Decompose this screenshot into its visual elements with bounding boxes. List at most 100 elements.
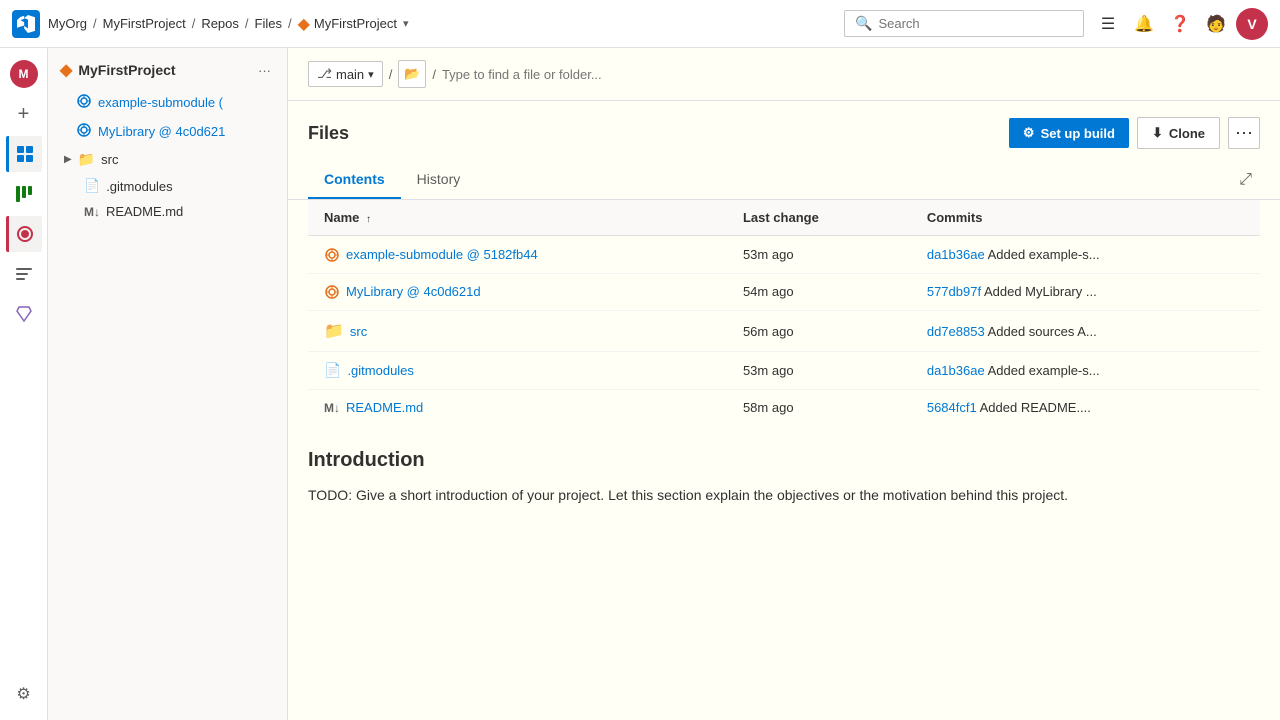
file-name-0: example-submodule @ 5182fb44 — [346, 247, 538, 262]
notifications-icon-btn[interactable]: 🔔 — [1128, 8, 1160, 40]
setup-build-label: Set up build — [1041, 126, 1115, 141]
topnav: MyOrg / MyFirstProject / Repos / Files /… — [0, 0, 1280, 48]
clone-button[interactable]: ⬇ Clone — [1137, 117, 1220, 149]
breadcrumb: MyOrg / MyFirstProject / Repos / Files /… — [48, 14, 409, 34]
tab-history[interactable]: History — [401, 161, 477, 199]
breadcrumb-chevron-icon: ▾ — [403, 17, 409, 30]
rail-project-avatar[interactable]: M — [10, 60, 38, 88]
file-name-cell: 📁 src — [308, 311, 727, 352]
file-type-icon-4: M↓ — [324, 400, 340, 415]
breadcrumb-files[interactable]: Files — [255, 16, 282, 31]
commit-link-1[interactable]: 577db97f — [927, 284, 981, 299]
file-name-2: src — [350, 324, 367, 339]
rail-boards-icon[interactable] — [6, 136, 42, 172]
sidebar-item-readme[interactable]: M↓ README.md — [48, 199, 287, 224]
commits-cell-1: 577db97f Added MyLibrary ... — [911, 273, 1260, 311]
commit-link-2[interactable]: dd7e8853 — [927, 324, 985, 339]
sidebar-item-label-2: MyLibrary @ 4c0d621 — [98, 124, 225, 139]
sidebar-more-btn[interactable]: ··· — [254, 61, 275, 80]
readme-text: TODO: Give a short introduction of your … — [308, 484, 1260, 506]
last-change-cell-4: 58m ago — [727, 390, 911, 426]
last-change-cell-2: 56m ago — [727, 311, 911, 352]
file-icon-readme: M↓ — [84, 205, 100, 219]
sidebar-item-gitmodules[interactable]: 📄 .gitmodules — [48, 173, 287, 199]
sort-icon: ↑ — [366, 214, 371, 225]
commit-link-0[interactable]: da1b36ae — [927, 247, 985, 262]
col-last-change: Last change — [727, 200, 911, 236]
file-link-1[interactable]: MyLibrary @ 4c0d621d — [324, 284, 711, 301]
branch-selector[interactable]: ⎇ main ▾ — [308, 61, 383, 87]
sidebar-folder-label: src — [101, 152, 118, 167]
sidebar-item-label-1: example-submodule ( — [98, 95, 223, 110]
commit-link-4[interactable]: 5684fcf1 — [927, 400, 977, 415]
breadcrumb-project[interactable]: MyFirstProject — [103, 16, 186, 31]
commit-link-3[interactable]: da1b36ae — [927, 363, 985, 378]
settings-icon-btn[interactable]: 🧑 — [1200, 8, 1232, 40]
file-icon-gitmodules: 📄 — [84, 178, 100, 194]
path-input[interactable] — [442, 67, 1260, 82]
icon-rail: M + ⚙ — [0, 48, 48, 720]
help-icon: ❓ — [1170, 14, 1190, 34]
rail-kanban-icon[interactable] — [6, 176, 42, 212]
topnav-icons: ☰ 🔔 ❓ 🧑 V — [1092, 8, 1268, 40]
folder-browse-btn[interactable]: 📂 — [398, 60, 426, 88]
more-options-button[interactable]: ⋯ — [1228, 117, 1260, 149]
branch-sep: / — [389, 67, 393, 82]
commit-msg-4: Added README.... — [980, 400, 1091, 415]
files-header: Files ⚙ Set up build ⬇ Clone ⋯ — [288, 101, 1280, 161]
last-change-cell-1: 54m ago — [727, 273, 911, 311]
table-row: 📁 src 56m ago dd7e8853 Added sources A..… — [308, 311, 1260, 352]
sidebar-file-label-readme: README.md — [106, 204, 183, 219]
tab-contents[interactable]: Contents — [308, 161, 401, 199]
setup-build-icon: ⚙ — [1023, 125, 1035, 141]
expand-icon-btn[interactable]: ⤢ — [1231, 163, 1260, 197]
file-link-4[interactable]: M↓ README.md — [324, 400, 711, 415]
table-row: example-submodule @ 5182fb44 53m ago da1… — [308, 236, 1260, 274]
breadcrumb-org[interactable]: MyOrg — [48, 16, 87, 31]
search-box[interactable]: 🔍 — [844, 10, 1084, 37]
breadcrumb-repos[interactable]: Repos — [201, 16, 239, 31]
tabs-bar: Contents History ⤢ — [288, 161, 1280, 200]
file-name-cell: M↓ README.md — [308, 390, 727, 426]
search-icon: 🔍 — [855, 15, 872, 32]
main-layout: M + ⚙ ◆ MyFirstProject ··· — [0, 48, 1280, 720]
rail-testplans-icon[interactable] — [6, 296, 42, 332]
rail-pipelines-icon[interactable] — [6, 256, 42, 292]
commits-cell-0: da1b36ae Added example-s... — [911, 236, 1260, 274]
file-link-3[interactable]: 📄 .gitmodules — [324, 362, 711, 379]
file-table: Name ↑ Last change Commits — [308, 200, 1260, 425]
clone-label: Clone — [1169, 126, 1205, 141]
sidebar-item-submodule1[interactable]: example-submodule ( — [48, 88, 287, 117]
file-name-3: .gitmodules — [347, 363, 413, 378]
rail-add-btn[interactable]: + — [6, 96, 42, 132]
readme-title: Introduction — [308, 449, 1260, 472]
rail-settings-icon[interactable]: ⚙ — [6, 676, 42, 712]
content-inner: ⎇ main ▾ / 📂 / Files ⚙ Set up build — [288, 48, 1280, 531]
sidebar-project-icon: ◆ — [60, 60, 72, 80]
commit-msg-0: Added example-s... — [988, 247, 1100, 262]
tasks-icon-btn[interactable]: ☰ — [1092, 8, 1124, 40]
file-name-cell: MyLibrary @ 4c0d621d — [308, 273, 727, 311]
azure-devops-logo[interactable] — [12, 10, 40, 38]
table-row: MyLibrary @ 4c0d621d 54m ago 577db97f Ad… — [308, 273, 1260, 311]
sidebar-item-src[interactable]: ▶ 📁 src — [48, 146, 287, 173]
commits-cell-2: dd7e8853 Added sources A... — [911, 311, 1260, 352]
file-table-container: Name ↑ Last change Commits — [288, 200, 1280, 425]
search-input[interactable] — [878, 16, 1073, 31]
tasks-icon: ☰ — [1101, 14, 1115, 34]
commits-cell-4: 5684fcf1 Added README.... — [911, 390, 1260, 426]
sidebar-item-submodule2[interactable]: MyLibrary @ 4c0d621 — [48, 117, 287, 146]
file-link-0[interactable]: example-submodule @ 5182fb44 — [324, 246, 711, 263]
help-icon-btn[interactable]: ❓ — [1164, 8, 1196, 40]
col-name: Name ↑ — [308, 200, 727, 236]
setup-build-button[interactable]: ⚙ Set up build — [1009, 118, 1129, 148]
breadcrumb-project-name[interactable]: ◆ MyFirstProject ▾ — [298, 14, 409, 34]
user-avatar[interactable]: V — [1236, 8, 1268, 40]
sidebar: ◆ MyFirstProject ··· example-submodule (… — [48, 48, 288, 720]
commit-msg-2: Added sources A... — [988, 324, 1097, 339]
branch-name: main — [336, 67, 364, 82]
sidebar-project-title: ◆ MyFirstProject — [60, 60, 176, 80]
file-type-icon-1 — [324, 284, 340, 301]
file-link-2[interactable]: 📁 src — [324, 321, 711, 341]
rail-repos-icon[interactable] — [6, 216, 42, 252]
